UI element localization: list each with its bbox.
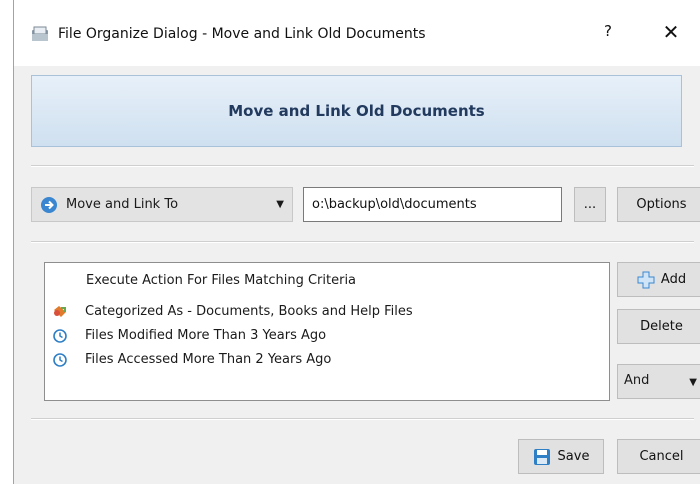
criteria-item-text: Files Modified More Than 3 Years Ago [85,328,327,343]
browse-button[interactable]: ... [574,187,606,222]
clock-icon [53,329,67,343]
logic-dropdown[interactable]: And ▼ [617,364,700,399]
window-title: File Organize Dialog - Move and Link Old… [58,26,426,42]
dialog-window: File Organize Dialog - Move and Link Old… [13,0,700,484]
arrow-right-circle-icon [41,197,57,213]
chevron-down-icon: ▼ [689,377,697,388]
criteria-item-text: Files Accessed More Than 2 Years Ago [85,352,332,367]
floppy-disk-icon [533,448,550,465]
header-banner: Move and Link Old Documents [31,75,682,147]
criteria-item-text: Categorized As - Documents, Books and He… [85,304,413,319]
save-button-label: Save [557,449,590,464]
criteria-header: Execute Action For Files Matching Criter… [86,273,357,288]
logic-dropdown-value: And [624,373,650,388]
app-icon [32,26,48,41]
banner-title: Move and Link Old Documents [228,102,485,120]
list-item[interactable]: Files Modified More Than 3 Years Ago [45,326,609,348]
cancel-button[interactable]: Cancel [617,439,700,474]
divider [31,165,694,167]
list-item[interactable]: Files Accessed More Than 2 Years Ago [45,350,609,372]
chevron-down-icon: ▼ [276,199,284,210]
help-button[interactable]: ? [599,22,617,44]
options-button[interactable]: Options [617,187,700,222]
plus-icon [637,271,655,288]
delete-criteria-button[interactable]: Delete [617,309,700,344]
divider [31,241,694,243]
clock-icon [53,353,67,367]
target-path-input[interactable] [303,187,562,222]
add-button-label: Add [660,272,687,287]
add-criteria-button[interactable]: Add [617,262,700,297]
category-icon [54,306,66,317]
action-dropdown-value: Move and Link To [66,197,179,212]
title-bar: File Organize Dialog - Move and Link Old… [14,0,700,66]
criteria-list[interactable]: Execute Action For Files Matching Criter… [44,262,610,401]
save-button[interactable]: Save [518,439,604,474]
list-item[interactable]: Categorized As - Documents, Books and He… [45,302,609,324]
close-button[interactable]: ✕ [659,20,683,46]
divider [31,418,694,420]
action-dropdown[interactable]: Move and Link To ▼ [31,187,293,222]
